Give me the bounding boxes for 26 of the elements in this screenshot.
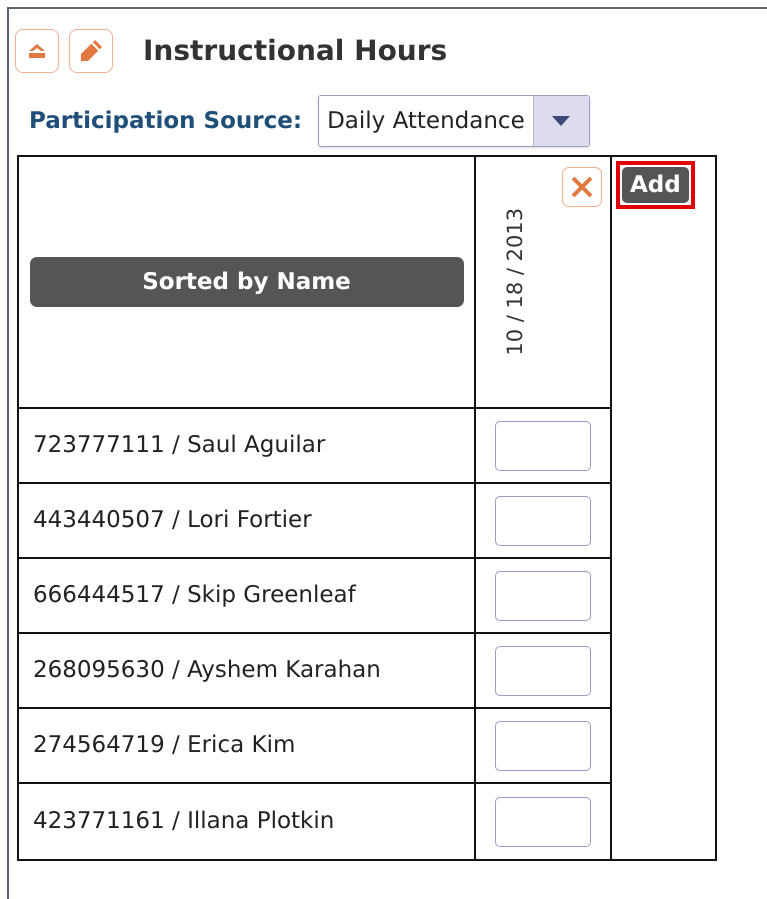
hours-input[interactable] — [495, 496, 591, 546]
student-cell-text: 723777111 / Saul Aguilar — [33, 431, 326, 460]
hours-input[interactable] — [495, 796, 591, 846]
section-title: Instructional Hours — [143, 33, 448, 69]
close-icon — [570, 175, 594, 199]
student-cell-text: 443440507 / Lori Fortier — [33, 506, 312, 536]
student-cell-text: 666444517 / Skip Greenleaf — [33, 581, 356, 610]
close-button[interactable] — [562, 167, 602, 207]
student-cell-text: 268095630 / Ayshem Karahan — [33, 656, 381, 686]
dropdown-value: Daily Attendance — [326, 106, 526, 136]
collapse-button[interactable] — [15, 29, 59, 73]
field-label: Participation Source: — [29, 106, 302, 136]
hours-input[interactable] — [495, 720, 591, 770]
hours-input[interactable] — [495, 420, 591, 470]
edit-button[interactable] — [69, 29, 113, 73]
source-dropdown[interactable]: Daily Attendance — [318, 95, 590, 147]
sort-button[interactable]: Sorted by Name — [30, 257, 464, 307]
caret-icon — [552, 116, 570, 126]
hours-input[interactable] — [495, 570, 591, 620]
student-cell-text: 274564719 / Erica Kim — [33, 731, 296, 760]
chevron-up-icon — [28, 43, 46, 59]
hours-input[interactable] — [495, 646, 591, 696]
student-cell-text: 423771161 / Illana Plotkin — [33, 807, 334, 836]
add-button[interactable]: Add — [622, 167, 689, 203]
date-column-header: 10 / 18 / 2013 — [502, 208, 528, 356]
pencil-icon — [78, 38, 104, 64]
